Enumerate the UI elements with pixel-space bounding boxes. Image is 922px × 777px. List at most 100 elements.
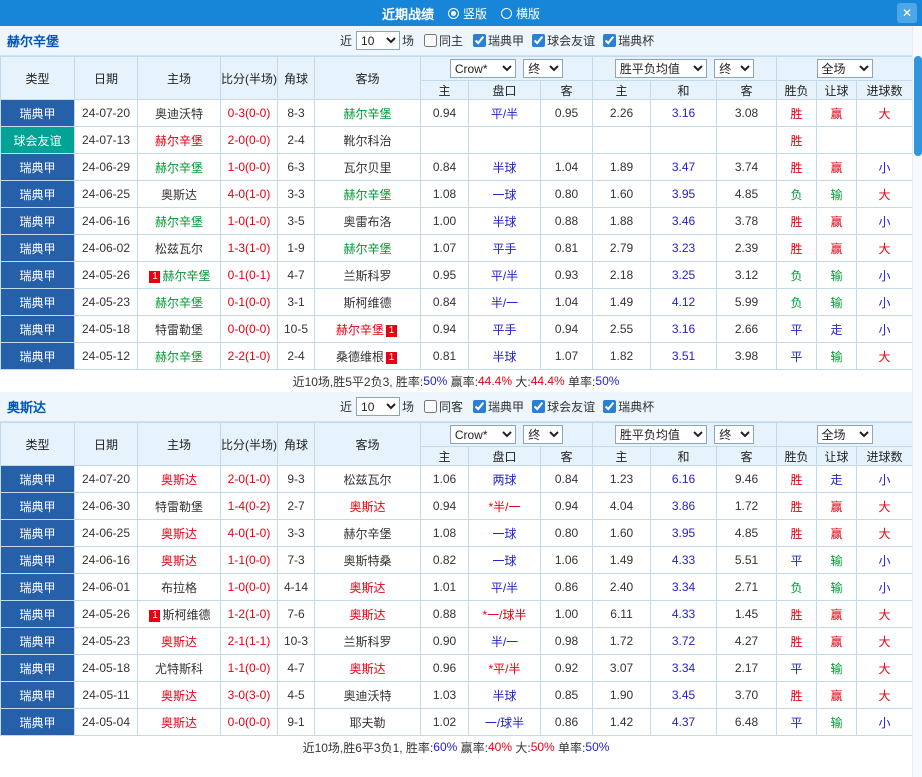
- competition-filter[interactable]: 瑞典杯: [595, 32, 654, 49]
- eu-draw-odds: 3.72: [650, 627, 718, 655]
- eu-draw-odds: 6.16: [650, 465, 718, 493]
- competition-filter[interactable]: 瑞典甲: [465, 32, 524, 49]
- final-odds-select[interactable]: 终: [523, 425, 564, 444]
- result-wdl: 胜: [776, 126, 818, 154]
- competition-filter[interactable]: 瑞典杯: [595, 398, 654, 415]
- away-team: 赫尔辛堡: [314, 234, 421, 262]
- competition-label: 瑞典杯: [618, 399, 655, 414]
- same-venue-checkbox[interactable]: [424, 34, 438, 47]
- eu-away-odds: 3.70: [716, 681, 778, 709]
- eu-away-odds: 9.46: [716, 465, 778, 493]
- games-label: 场: [402, 34, 415, 48]
- result-wdl: 胜: [776, 519, 818, 547]
- col-result-handicap: 让球: [816, 446, 858, 466]
- ah-home-odds: 1.08: [420, 180, 469, 208]
- col-eu-home: 主: [592, 80, 652, 100]
- match-score: 4-0(1-0): [220, 519, 278, 547]
- match-score: 2-0(0-0): [220, 126, 278, 154]
- match-date: 24-06-29: [74, 153, 138, 181]
- eu-away-odds: 4.85: [716, 180, 778, 208]
- competition-label: 瑞典甲: [488, 399, 525, 414]
- competition-filter[interactable]: 球会友谊: [524, 398, 595, 415]
- team-name: 奥斯达: [349, 661, 386, 676]
- odds-company-select[interactable]: Crow*: [449, 425, 516, 444]
- eu-away-odds: 2.39: [716, 234, 778, 262]
- radio-vertical-layout[interactable]: 竖版: [447, 5, 487, 22]
- team-name: 奥迪沃特: [154, 106, 203, 121]
- corner-score: 3-5: [277, 207, 315, 235]
- match-date: 24-05-26: [74, 261, 138, 289]
- away-team: 奥斯达: [314, 654, 421, 682]
- competition-checkbox[interactable]: [532, 399, 546, 413]
- scrollbar-thumb[interactable]: [914, 56, 922, 156]
- eu-away-odds: 4.27: [716, 627, 778, 655]
- competition-checkbox[interactable]: [473, 399, 487, 413]
- away-team: 奥雷布洛: [314, 207, 421, 235]
- match-row: 球会友谊 24-07-13 赫尔辛堡 2-0(0-0) 2-4 靴尔科治 胜: [0, 126, 914, 154]
- team-name: 奥斯达: [160, 634, 197, 649]
- match-row: 瑞典甲 24-07-20 奥迪沃特 0-3(0-0) 8-3 赫尔辛堡 0.94…: [0, 99, 914, 127]
- away-team: 奥迪沃特: [314, 681, 421, 709]
- ah-home-odds: 1.08: [420, 519, 469, 547]
- same-venue-filter[interactable]: 同主: [416, 32, 463, 49]
- summary-segment: 赢率:: [447, 374, 478, 389]
- competition-checkbox[interactable]: [603, 399, 617, 413]
- team-name: 靴尔科治: [343, 133, 392, 148]
- eu-away-odds: [716, 126, 778, 154]
- home-team: 奥斯达: [137, 708, 221, 736]
- result-goals: 大: [856, 492, 914, 520]
- scrollbar-track[interactable]: [912, 26, 922, 777]
- scope-header: 全场: [776, 422, 914, 447]
- competition-filter[interactable]: 瑞典甲: [465, 398, 524, 415]
- match-type: 瑞典甲: [0, 519, 75, 547]
- scope-select[interactable]: 全场: [816, 59, 873, 78]
- ah-away-odds: 1.00: [539, 600, 594, 628]
- filter-bar: 近 10 场 同主 瑞典甲 球会友谊 瑞典杯: [340, 31, 656, 50]
- eu-draw-odds: 3.95: [650, 519, 718, 547]
- col-result-goals: 进球数: [856, 80, 914, 100]
- europe-avg-select[interactable]: 胜平负均值: [614, 59, 707, 78]
- near-count-select[interactable]: 10: [356, 31, 401, 50]
- competition-checkbox[interactable]: [603, 33, 617, 47]
- eu-home-odds: 3.07: [592, 654, 652, 682]
- final-odds-select[interactable]: 终: [523, 59, 564, 78]
- ah-home-odds: 0.90: [420, 627, 469, 655]
- odds-company-select[interactable]: Crow*: [449, 59, 516, 78]
- final-odds-select[interactable]: 终: [714, 425, 755, 444]
- competition-checkbox[interactable]: [473, 33, 487, 47]
- matches-table: 类型 日期 主场 比分(半场) 角球 客场 Crow* 终 胜平负均值 终 全场…: [0, 422, 914, 736]
- close-button[interactable]: ✕: [897, 3, 917, 23]
- final-odds-select[interactable]: 终: [714, 59, 755, 78]
- match-score: 0-3(0-0): [220, 99, 278, 127]
- europe-avg-select[interactable]: 胜平负均值: [614, 425, 707, 444]
- ah-home-odds: 0.96: [420, 654, 469, 682]
- europe-odds-header: 胜平负均值 终: [592, 56, 778, 81]
- eu-draw-odds: 4.37: [650, 708, 718, 736]
- team-name: 赫尔辛堡: [343, 187, 392, 202]
- result-handicap: 赢: [816, 99, 858, 127]
- result-handicap: 输: [816, 288, 858, 316]
- result-handicap: 走: [816, 315, 858, 343]
- match-type: 瑞典甲: [0, 153, 75, 181]
- ah-away-odds: 1.06: [539, 546, 594, 574]
- radio-horizontal-layout[interactable]: 横版: [501, 5, 540, 22]
- col-result-wdl: 胜负: [776, 80, 818, 100]
- away-team: 奥斯达: [314, 573, 421, 601]
- ah-line: *半/一: [468, 492, 541, 520]
- match-row: 瑞典甲 24-06-01 布拉格 1-0(0-0) 4-14 奥斯达 1.01 …: [0, 573, 914, 601]
- match-score: 1-3(1-0): [220, 234, 278, 262]
- competition-filter[interactable]: 球会友谊: [524, 32, 595, 49]
- near-count-select[interactable]: 10: [356, 397, 401, 416]
- eu-away-odds: 5.99: [716, 288, 778, 316]
- same-venue-checkbox[interactable]: [424, 400, 438, 413]
- eu-home-odds: 4.04: [592, 492, 652, 520]
- near-label: 近: [340, 34, 353, 48]
- result-goals: 小: [856, 261, 914, 289]
- scope-select[interactable]: 全场: [816, 425, 873, 444]
- home-team: 布拉格: [137, 573, 221, 601]
- corner-score: 2-4: [277, 342, 315, 370]
- competition-checkbox[interactable]: [532, 33, 546, 47]
- col-ah-line: 盘口: [468, 446, 541, 466]
- same-venue-filter[interactable]: 同客: [416, 398, 463, 415]
- match-type: 瑞典甲: [0, 180, 75, 208]
